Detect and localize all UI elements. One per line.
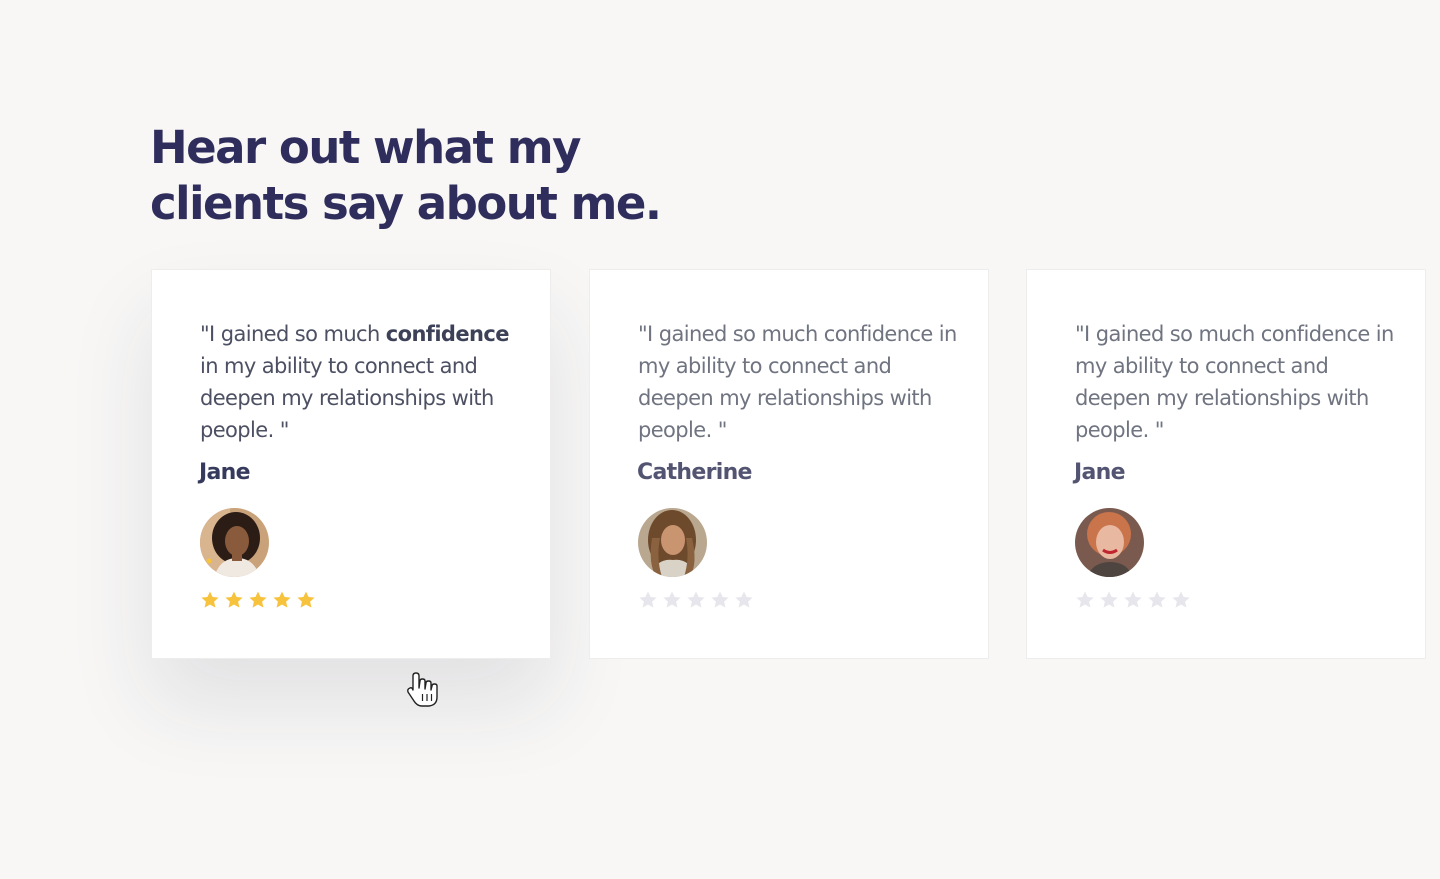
quote-text-start: "I gained so much (638, 322, 824, 346)
section-title-line-1: Hear out what my (150, 121, 581, 174)
testimonial-card-jane[interactable]: "I gained so much confidence in my abili… (151, 269, 551, 659)
star-filled-icon (249, 591, 267, 608)
woman-red-hair-avatar-icon (1075, 508, 1144, 577)
client-name: Jane (1074, 460, 1126, 485)
star-filled-icon (225, 591, 243, 608)
section-title-line-2: clients say about me. (150, 177, 662, 230)
star-empty-icon (1100, 591, 1118, 608)
client-avatar (638, 508, 707, 577)
star-empty-icon (1148, 591, 1166, 608)
star-filled-icon (273, 591, 291, 608)
quote-text-start: "I gained so much (1075, 322, 1261, 346)
testimonial-quote: "I gained so much confidence in my abili… (638, 318, 958, 446)
testimonial-card-jane-2[interactable]: "I gained so much confidence in my abili… (1026, 269, 1426, 659)
testimonial-card-catherine[interactable]: "I gained so much confidence in my abili… (589, 269, 989, 659)
client-avatar (1075, 508, 1144, 577)
client-avatar (200, 508, 269, 577)
testimonials-section: Hear out what my clients say about me. "… (0, 0, 1440, 879)
star-empty-icon (639, 591, 657, 608)
star-empty-icon (711, 591, 729, 608)
woman-curly-hair-avatar-icon (200, 508, 269, 577)
star-empty-icon (735, 591, 753, 608)
star-empty-icon (663, 591, 681, 608)
quote-text-start: "I gained so much (200, 322, 386, 346)
rating-stars (1075, 590, 1191, 610)
rating-stars (200, 590, 316, 610)
quote-text-emphasis: confidence (385, 322, 510, 346)
star-empty-icon (1172, 591, 1190, 608)
star-empty-icon (687, 591, 705, 608)
section-title: Hear out what my clients say about me. (150, 120, 662, 232)
star-empty-icon (1124, 591, 1142, 608)
star-empty-icon (1076, 591, 1094, 608)
quote-text-end: in my ability to connect and deepen my r… (200, 354, 494, 442)
client-name: Jane (199, 460, 251, 485)
hand-pointer-cursor-icon (407, 672, 438, 707)
client-name: Catherine (637, 460, 752, 485)
woman-long-hair-avatar-icon (638, 508, 707, 577)
testimonial-quote: "I gained so much confidence in my abili… (200, 318, 520, 446)
star-filled-icon (297, 591, 315, 608)
star-filled-icon (201, 591, 219, 608)
rating-stars (638, 590, 754, 610)
testimonial-quote: "I gained so much confidence in my abili… (1075, 318, 1395, 446)
